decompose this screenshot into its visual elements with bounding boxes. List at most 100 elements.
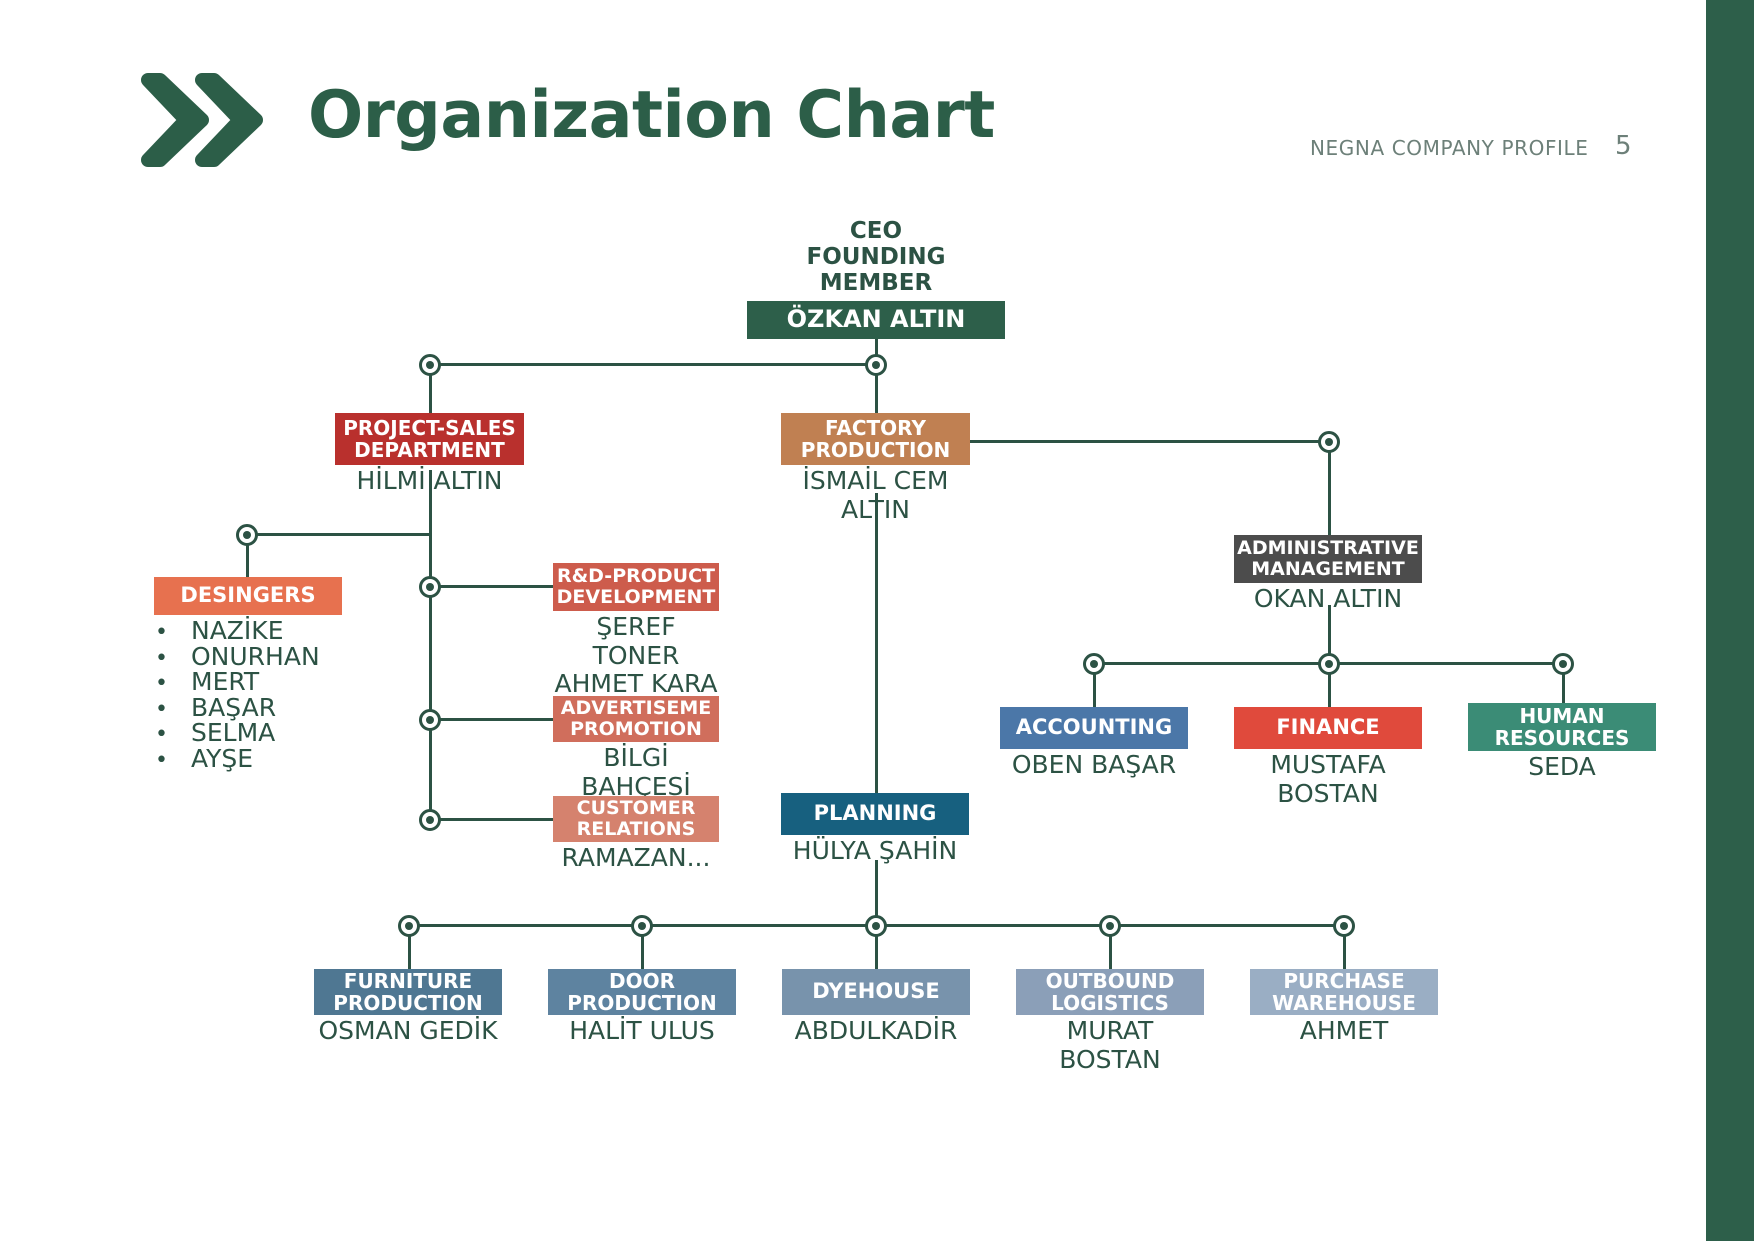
connector-project-sales-spine bbox=[429, 470, 432, 820]
node-door-production[interactable]: DOOR PRODUCTION HALİT ULUS bbox=[548, 969, 736, 1046]
furniture-title-box: FURNITURE PRODUCTION bbox=[314, 969, 502, 1015]
right-accent-bar bbox=[1706, 0, 1754, 1241]
project-sales-title-box: PROJECT-SALES DEPARTMENT bbox=[335, 413, 524, 465]
hr-person: SEDA bbox=[1528, 752, 1596, 781]
double-chevron-right-icon bbox=[140, 70, 270, 170]
hr-title-line2: RESOURCES bbox=[1494, 726, 1630, 750]
designer-name: NAZİKE bbox=[191, 616, 284, 645]
factory-person: İSMAİL CEM ALTIN bbox=[802, 466, 949, 524]
node-designers[interactable]: DESINGERS bbox=[154, 577, 342, 615]
node-advertisement-promotion[interactable]: ADVERTISEME PROMOTION BİLGİ BAHÇESİ bbox=[553, 696, 719, 801]
list-item: • NAZİKE bbox=[155, 616, 320, 645]
purchase-person: AHMET bbox=[1299, 1016, 1389, 1045]
node-administrative-management[interactable]: ADMINISTRATIVE MANAGEMENT OKAN ALTIN bbox=[1234, 535, 1422, 614]
admin-title-line1: ADMINISTRATIVE bbox=[1237, 536, 1419, 559]
purchase-title-line1: PURCHASE bbox=[1283, 968, 1405, 993]
list-item: • BAŞAR bbox=[155, 692, 320, 722]
connector-admin-stem bbox=[1328, 440, 1331, 545]
customer-relations-title-line2: RELATIONS bbox=[576, 818, 696, 840]
connector-designers-horizontal bbox=[247, 533, 431, 536]
node-factory-production[interactable]: FACTORY PRODUCTION İSMAİL CEM ALTIN bbox=[781, 413, 970, 524]
rd-person-2: AHMET KARA bbox=[554, 669, 718, 698]
customer-relations-title-line1: CUSTOMER bbox=[576, 796, 696, 819]
connector-dot-door bbox=[631, 915, 653, 937]
node-dyehouse[interactable]: DYEHOUSE ABDULKADİR bbox=[782, 969, 970, 1046]
finance-person: MUSTAFA BOSTAN bbox=[1270, 750, 1386, 808]
door-title-line1: DOOR bbox=[608, 968, 675, 993]
admin-title-box: ADMINISTRATIVE MANAGEMENT bbox=[1234, 535, 1422, 583]
customer-relations-person: RAMAZAN... bbox=[561, 843, 711, 872]
list-item: • MERT bbox=[155, 667, 320, 696]
door-title-line2: PRODUCTION bbox=[567, 991, 717, 1015]
planning-person: HÜLYA ŞAHİN bbox=[792, 836, 958, 865]
list-item: • SELMA bbox=[155, 720, 320, 747]
advertisement-title-line1: ADVERTISEME bbox=[560, 696, 712, 719]
list-item: • AYŞE bbox=[155, 743, 320, 773]
designer-name: ONURHAN bbox=[191, 641, 320, 671]
node-human-resources[interactable]: HUMAN RESOURCES SEDA bbox=[1468, 703, 1656, 782]
advertisement-person: BİLGİ BAHÇESİ bbox=[581, 743, 691, 801]
connector-dot-factory bbox=[865, 354, 887, 376]
connector-factory-spine bbox=[875, 493, 878, 793]
furniture-person: OSMAN GEDİK bbox=[318, 1016, 498, 1045]
bullet-icon: • bbox=[155, 696, 168, 722]
connector-bus-level1 bbox=[430, 363, 878, 366]
bullet-icon: • bbox=[155, 671, 168, 696]
advertisement-title-line2: PROMOTION bbox=[570, 718, 702, 740]
connector-dot-dyehouse bbox=[865, 915, 887, 937]
node-purchase-warehouse[interactable]: PURCHASE WAREHOUSE AHMET bbox=[1250, 969, 1438, 1046]
node-customer-relations[interactable]: CUSTOMER RELATIONS RAMAZAN... bbox=[553, 796, 719, 873]
dyehouse-person: ABDULKADİR bbox=[794, 1016, 958, 1045]
connector-dot-rd bbox=[419, 576, 441, 598]
outbound-title-line1: OUTBOUND bbox=[1045, 968, 1175, 993]
bullet-icon: • bbox=[155, 747, 168, 773]
rd-person-1: ŞEREF TONER bbox=[592, 612, 680, 670]
connector-dot-designers bbox=[236, 524, 258, 546]
connector-dot-advertisement bbox=[419, 709, 441, 731]
connector-dot-purchase bbox=[1333, 915, 1355, 937]
designer-name: AYŞE bbox=[191, 743, 254, 773]
outbound-title-box: OUTBOUND LOGISTICS bbox=[1016, 969, 1204, 1015]
planning-title-box: PLANNING bbox=[781, 793, 969, 835]
node-planning[interactable]: PLANNING HÜLYA ŞAHİN bbox=[781, 793, 969, 866]
admin-title-line2: MANAGEMENT bbox=[1251, 558, 1405, 580]
ceo-label-line2: FOUNDING MEMBER bbox=[806, 244, 946, 297]
connector-dot-customer-relations bbox=[419, 809, 441, 831]
accounting-person: OBEN BAŞAR bbox=[1011, 750, 1177, 779]
finance-title-box: FINANCE bbox=[1234, 707, 1422, 749]
factory-title-line2: PRODUCTION bbox=[800, 438, 951, 462]
ceo-name-box: ÖZKAN ALTIN bbox=[747, 300, 1005, 339]
outbound-title-line2: LOGISTICS bbox=[1051, 991, 1169, 1015]
rd-title-line1: R&D-PRODUCT bbox=[556, 564, 716, 587]
connector-dot-furniture bbox=[398, 915, 420, 937]
furniture-title-line1: FURNITURE bbox=[343, 968, 473, 993]
designer-name: BAŞAR bbox=[191, 692, 277, 722]
hr-title-line1: HUMAN bbox=[1519, 703, 1605, 728]
connector-customer-relations-horizontal bbox=[429, 818, 554, 821]
connector-rd-horizontal bbox=[429, 585, 554, 588]
node-outbound-logistics[interactable]: OUTBOUND LOGISTICS MURAT BOSTAN bbox=[1016, 969, 1204, 1074]
node-accounting[interactable]: ACCOUNTING OBEN BAŞAR bbox=[1000, 707, 1188, 780]
node-project-sales[interactable]: PROJECT-SALES DEPARTMENT HİLMİ ALTIN bbox=[335, 413, 524, 496]
project-sales-title-line1: PROJECT-SALES bbox=[343, 415, 516, 440]
outbound-person: MURAT BOSTAN bbox=[1059, 1016, 1161, 1074]
advertisement-title-box: ADVERTISEME PROMOTION bbox=[553, 696, 719, 742]
designer-name: MERT bbox=[191, 667, 260, 696]
node-furniture-production[interactable]: FURNITURE PRODUCTION OSMAN GEDİK bbox=[314, 969, 502, 1046]
node-finance[interactable]: FINANCE MUSTAFA BOSTAN bbox=[1234, 707, 1422, 808]
project-sales-title-line2: DEPARTMENT bbox=[354, 438, 505, 462]
customer-relations-title-box: CUSTOMER RELATIONS bbox=[553, 796, 719, 842]
connector-dot-accounting bbox=[1083, 653, 1105, 675]
furniture-title-line2: PRODUCTION bbox=[333, 991, 483, 1015]
node-ceo[interactable]: CEO FOUNDING MEMBER ÖZKAN ALTIN bbox=[747, 218, 1005, 339]
project-sales-person: HİLMİ ALTIN bbox=[356, 466, 503, 495]
designers-title-box: DESINGERS bbox=[154, 577, 342, 615]
admin-person: OKAN ALTIN bbox=[1253, 584, 1403, 613]
designers-member-list: • NAZİKE • ONURHAN • MERT • BAŞAR • SELM… bbox=[155, 616, 320, 773]
purchase-title-line2: WAREHOUSE bbox=[1272, 991, 1416, 1015]
page-number: 5 bbox=[1615, 131, 1632, 161]
ceo-label-line1: CEO bbox=[849, 218, 903, 244]
connector-dot-project-sales bbox=[419, 354, 441, 376]
factory-title-line1: FACTORY bbox=[825, 415, 926, 440]
list-item: • ONURHAN bbox=[155, 641, 320, 671]
